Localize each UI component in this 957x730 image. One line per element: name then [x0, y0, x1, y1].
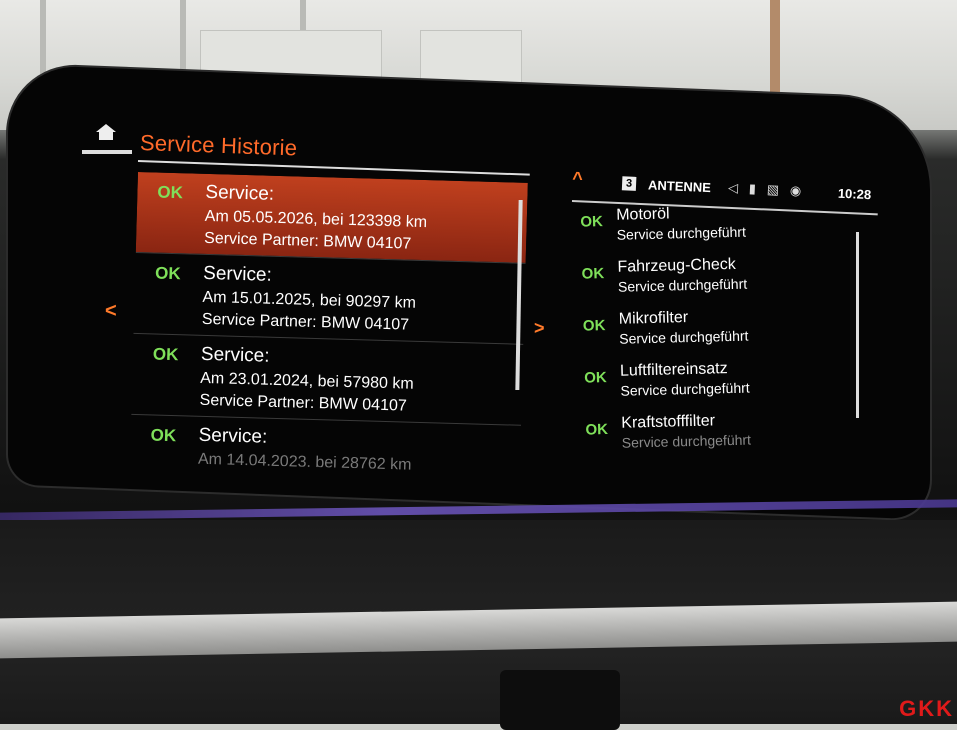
microphone-icon: ▮	[748, 180, 757, 197]
check-status-text: Service durchgeführt	[620, 379, 750, 399]
status-ok: OK	[585, 421, 609, 439]
check-name: Kraftstofffilter	[621, 412, 716, 432]
check-name: Luftfiltereinsatz	[619, 360, 728, 380]
dashboard	[0, 520, 957, 730]
status-ok: OK	[152, 344, 179, 365]
status-ok: OK	[584, 369, 607, 387]
checks-scrollbar[interactable]	[856, 232, 859, 418]
status-icons: ◁ ▮ ▧ ◉	[728, 180, 802, 199]
radio-preset-badge: 3	[621, 176, 637, 191]
home-underline	[82, 150, 132, 154]
page-title: Service Historie	[139, 130, 298, 161]
entry-partner: Service Partner: BMW 04107	[199, 391, 408, 415]
check-status-text: Service durchgeführt	[621, 431, 752, 451]
service-checks-list: OK Motoröl Service durchgeführt OK Fahrz…	[566, 199, 872, 456]
check-name: Fahrzeug-Check	[617, 255, 736, 276]
entry-date-km: Am 05.05.2026, bei 123398 km	[204, 207, 428, 232]
check-item[interactable]: OK Luftfiltereinsatz Service durchgeführ…	[570, 355, 871, 414]
status-ok: OK	[154, 263, 181, 284]
service-entry[interactable]: OK Service: Am 15.01.2025, bei 90297 km …	[133, 252, 526, 345]
entry-heading: Service:	[202, 262, 273, 286]
entry-date-km: Am 23.01.2024, bei 57980 km	[200, 369, 414, 393]
phone-muted-icon: ▧	[766, 181, 780, 198]
check-item[interactable]: OK Fahrzeug-Check Service durchgeführt	[567, 251, 868, 310]
entry-partner: Service Partner: BMW 04107	[201, 310, 410, 334]
status-ok: OK	[580, 213, 604, 231]
check-item[interactable]: OK Motoröl Service durchgeführt	[566, 199, 867, 258]
watermark-brand: GKK	[899, 696, 954, 721]
entry-heading: Service:	[200, 343, 270, 367]
connected-drive-icon: ◉	[789, 182, 802, 199]
home-button[interactable]	[82, 118, 132, 156]
check-status-text: Service durchgeführt	[616, 223, 747, 243]
entry-heading: Service:	[205, 181, 275, 205]
status-ok: OK	[150, 425, 177, 446]
check-item[interactable]: OK Mikrofilter Service durchgeführt	[569, 303, 870, 362]
radio-station: ANTENNE	[647, 177, 712, 196]
check-item[interactable]: OK Kraftstofffilter Service durchgeführt	[571, 407, 872, 456]
status-ok: OK	[581, 265, 605, 283]
air-vent	[500, 670, 620, 730]
home-icon	[96, 124, 116, 140]
speaker-icon: ◁	[727, 179, 739, 196]
check-status-text: Service durchgeführt	[617, 275, 748, 295]
check-name: Mikrofilter	[618, 309, 689, 328]
check-name: Motoröl	[616, 205, 670, 224]
status-ok: OK	[157, 182, 184, 203]
watermark-logo: GKK	[878, 686, 954, 722]
check-status-text: Service durchgeführt	[619, 327, 749, 347]
entry-heading: Service:	[198, 424, 268, 448]
entry-partner: Service Partner: BMW 04107	[203, 229, 412, 253]
service-entry[interactable]: OK Service: Am 23.01.2024, bei 57980 km …	[131, 333, 524, 426]
service-history-list: OK Service: Am 05.05.2026, bei 123398 km…	[129, 172, 528, 473]
dashboard-trim	[0, 601, 957, 659]
status-ok: OK	[582, 317, 606, 335]
entry-date-km: Am 15.01.2025, bei 90297 km	[202, 288, 417, 312]
chevron-up-icon[interactable]: ^	[572, 168, 583, 189]
chevron-right-icon[interactable]: >	[534, 318, 545, 339]
chevron-left-icon[interactable]: <	[105, 300, 117, 323]
service-entry[interactable]: OK Service: Am 05.05.2026, bei 123398 km…	[135, 172, 528, 264]
wall-pipe	[770, 0, 780, 100]
